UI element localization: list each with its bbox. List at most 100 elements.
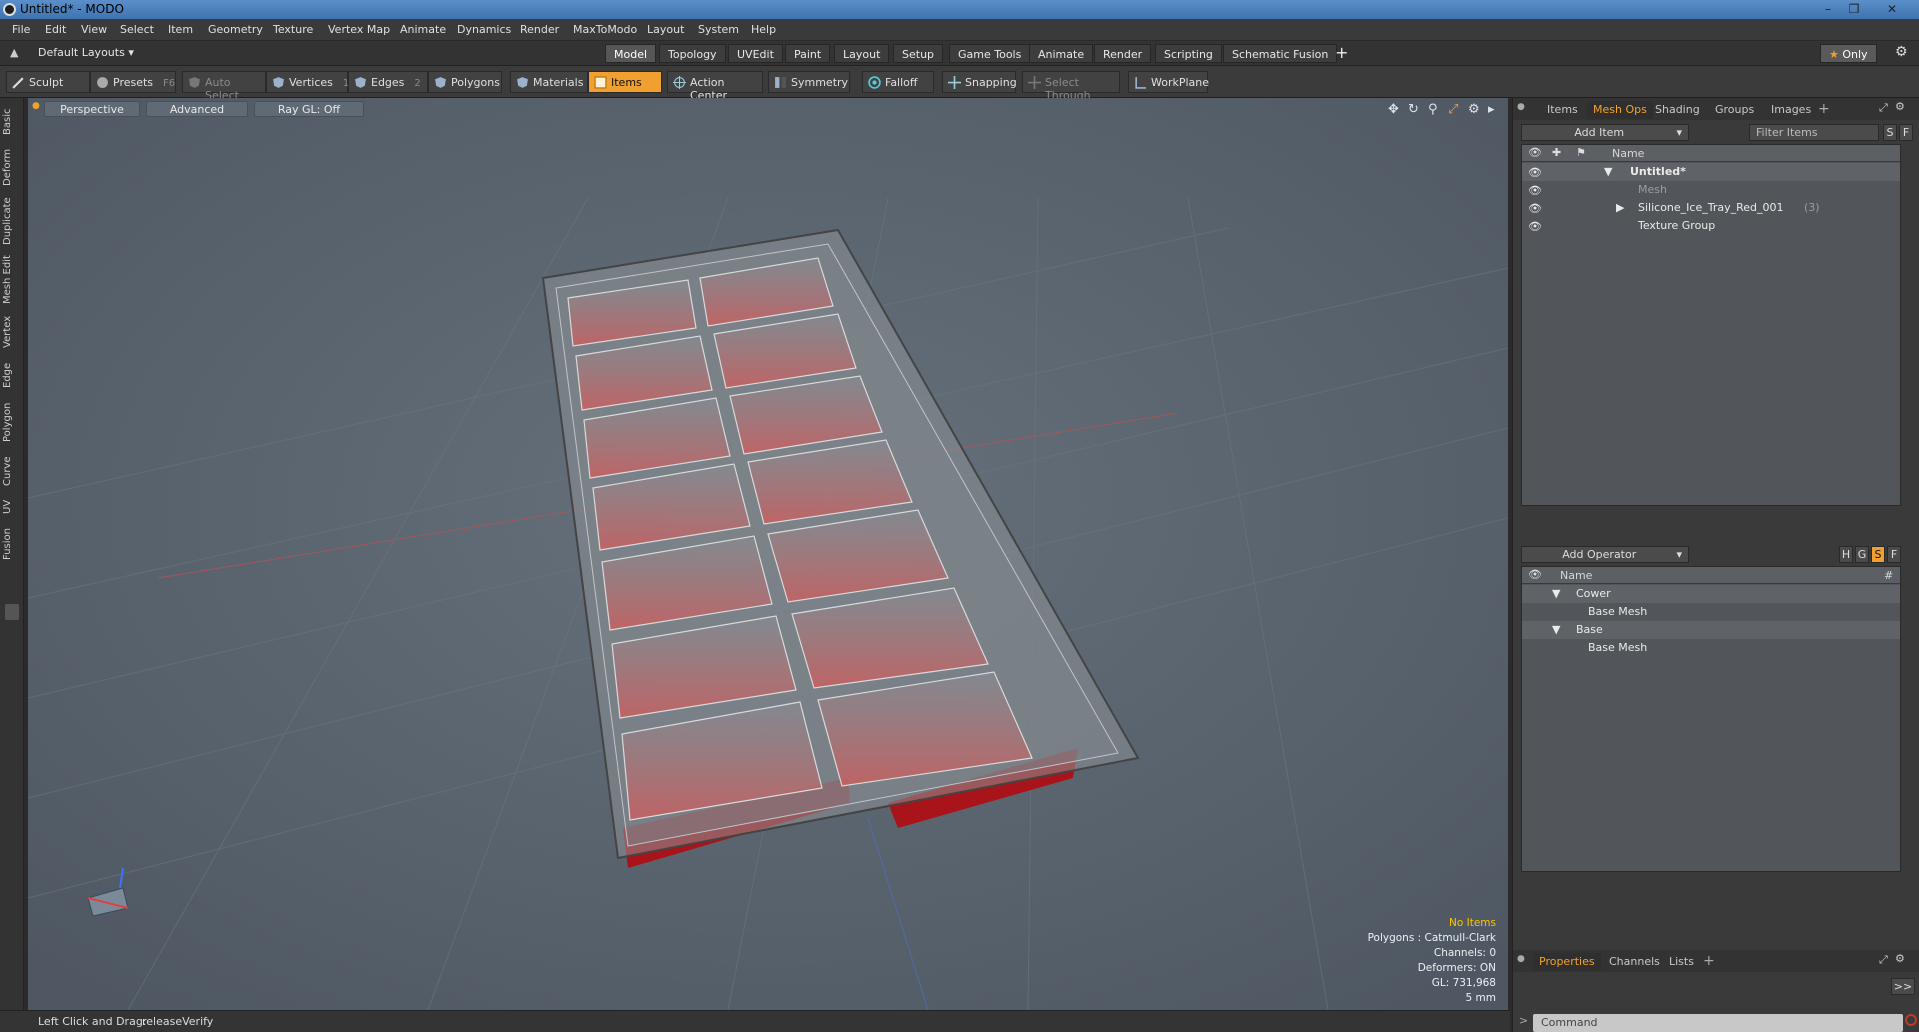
- menu-file[interactable]: File: [12, 23, 30, 36]
- tab-images[interactable]: Images: [1765, 101, 1817, 119]
- restore-button[interactable]: ❐: [1842, 1, 1866, 17]
- menu-item[interactable]: Item: [168, 23, 193, 36]
- viewport-expand-icon[interactable]: ▸: [1488, 102, 1495, 117]
- sculpt-button[interactable]: Sculpt: [6, 71, 90, 93]
- layout-selector[interactable]: Default Layouts ▾: [38, 46, 134, 59]
- viewport-settings-icon[interactable]: ⚙: [1468, 102, 1480, 117]
- collapsed-arrow-icon[interactable]: ▶: [1616, 201, 1624, 214]
- zoom-icon[interactable]: ⚲: [1428, 102, 1438, 117]
- tab-setup[interactable]: Setup: [893, 44, 944, 63]
- op-row-base[interactable]: ▼ Base: [1522, 621, 1900, 639]
- vtab-curve[interactable]: Curve: [2, 452, 22, 490]
- vertices-button[interactable]: Vertices 1: [266, 71, 349, 93]
- menu-system[interactable]: System: [698, 23, 739, 36]
- menu-render[interactable]: Render: [520, 23, 559, 36]
- tab-uvedit[interactable]: UVEdit: [728, 44, 783, 63]
- fit-icon[interactable]: ⤢: [1448, 102, 1458, 117]
- toggle-h-button[interactable]: H: [1839, 546, 1853, 563]
- tree-row-mesh[interactable]: 👁 Mesh: [1522, 181, 1900, 199]
- expand-arrow-icon[interactable]: ▼: [1552, 623, 1560, 636]
- toggle-s-button[interactable]: S: [1871, 546, 1885, 563]
- eye-icon[interactable]: 👁: [1528, 220, 1542, 233]
- vtab-polygon[interactable]: Polygon: [2, 398, 22, 446]
- menu-edit[interactable]: Edit: [45, 23, 66, 36]
- tab-model[interactable]: Model: [605, 44, 657, 63]
- eye-icon[interactable]: 👁: [1528, 166, 1542, 179]
- tree-row-texture-group[interactable]: 👁 Texture Group: [1522, 217, 1900, 235]
- menu-dynamics[interactable]: Dynamics: [457, 23, 511, 36]
- viewport-menu-icon[interactable]: ●: [32, 101, 40, 111]
- add-panel-tab-icon[interactable]: +: [1818, 101, 1830, 117]
- tab-game-tools[interactable]: Game Tools: [949, 44, 1031, 63]
- command-input[interactable]: Command: [1533, 1014, 1903, 1032]
- filter-items-input[interactable]: Filter Items: [1749, 124, 1879, 141]
- menu-help[interactable]: Help: [751, 23, 776, 36]
- menu-geometry[interactable]: Geometry: [208, 23, 263, 36]
- filter-s-button[interactable]: S: [1883, 124, 1897, 141]
- vtab-basic[interactable]: Basic: [2, 104, 22, 140]
- tab-properties[interactable]: Properties: [1533, 953, 1601, 971]
- panel-menu-icon[interactable]: ●: [1517, 954, 1525, 964]
- tab-paint[interactable]: Paint: [785, 44, 831, 63]
- select-through-button[interactable]: Select Through: [1022, 71, 1120, 102]
- eye-icon[interactable]: 👁: [1528, 184, 1542, 197]
- auto-select-button[interactable]: Auto Select: [182, 71, 266, 102]
- toggle-f-button[interactable]: F: [1887, 546, 1901, 563]
- gear-icon[interactable]: ⚙: [1895, 44, 1908, 60]
- tree-row-scene[interactable]: 👁 ▼ Untitled*: [1522, 163, 1900, 181]
- op-row-cower[interactable]: ▼ Cower: [1522, 585, 1900, 603]
- tab-lists[interactable]: Lists: [1663, 953, 1700, 971]
- menu-vertex-map[interactable]: Vertex Map: [328, 23, 390, 36]
- vtab-edge[interactable]: Edge: [2, 358, 22, 392]
- add-operator-button[interactable]: Add Operator ▾: [1521, 546, 1689, 563]
- maximize-panel-icon[interactable]: ⤢: [1879, 101, 1888, 115]
- tab-schematic-fusion[interactable]: Schematic Fusion: [1223, 44, 1338, 63]
- add-tab-icon[interactable]: +: [1335, 43, 1348, 62]
- view-mode-button[interactable]: Perspective: [44, 101, 140, 117]
- vtab-mesh-edit[interactable]: Mesh Edit: [2, 254, 22, 306]
- op-row-base-mesh-1[interactable]: Base Mesh: [1522, 603, 1900, 621]
- vtab-fusion[interactable]: Fusion: [2, 524, 22, 564]
- add-item-button[interactable]: Add Item ▾: [1521, 124, 1689, 141]
- materials-button[interactable]: Materials: [510, 71, 588, 93]
- vtab-uv[interactable]: UV: [2, 496, 22, 518]
- maximize-panel-icon[interactable]: ⤢: [1879, 953, 1888, 967]
- minimize-button[interactable]: –: [1816, 1, 1840, 17]
- collapse-icon[interactable]: ▲: [10, 46, 18, 59]
- tab-animate[interactable]: Animate: [1029, 44, 1094, 63]
- menu-maxtomodo[interactable]: MaxToModo: [573, 23, 637, 36]
- tab-shading[interactable]: Shading: [1649, 101, 1706, 119]
- menu-view[interactable]: View: [81, 23, 107, 36]
- filter-f-button[interactable]: F: [1899, 124, 1913, 141]
- action-center-button[interactable]: Action Center: [667, 71, 763, 102]
- panel-menu-icon[interactable]: ●: [1517, 102, 1525, 112]
- items-button[interactable]: Items: [588, 71, 662, 93]
- menu-texture[interactable]: Texture: [273, 23, 313, 36]
- record-icon[interactable]: [1905, 1014, 1917, 1026]
- tab-channels[interactable]: Channels: [1603, 953, 1666, 971]
- panel-settings-icon[interactable]: ⚙: [1895, 100, 1905, 113]
- only-button[interactable]: ★ Only: [1820, 44, 1877, 63]
- expand-arrow-icon[interactable]: ▼: [1552, 587, 1560, 600]
- eye-icon[interactable]: 👁: [1528, 202, 1542, 215]
- tree-row-silicone-tray[interactable]: 👁 ▶ Silicone_Ice_Tray_Red_001 (3): [1522, 199, 1900, 217]
- falloff-button[interactable]: Falloff: [862, 71, 934, 93]
- tab-scripting[interactable]: Scripting: [1155, 44, 1222, 63]
- edges-button[interactable]: Edges 2: [348, 71, 428, 93]
- presets-button[interactable]: Presets F6: [90, 71, 176, 93]
- add-panel-tab-icon[interactable]: +: [1703, 953, 1715, 969]
- polygons-button[interactable]: Polygons: [428, 71, 502, 93]
- name-column-header[interactable]: Name: [1612, 147, 1644, 160]
- menu-layout[interactable]: Layout: [647, 23, 684, 36]
- vtab-duplicate[interactable]: Duplicate: [2, 194, 22, 248]
- tab-render[interactable]: Render: [1094, 44, 1152, 63]
- menu-animate[interactable]: Animate: [400, 23, 446, 36]
- tab-topology[interactable]: Topology: [659, 44, 726, 63]
- vtab-deform[interactable]: Deform: [2, 146, 22, 188]
- tab-items[interactable]: Items: [1541, 101, 1584, 119]
- menu-select[interactable]: Select: [120, 23, 154, 36]
- close-button[interactable]: ✕: [1880, 1, 1904, 17]
- expand-arrow-icon[interactable]: ▼: [1604, 165, 1612, 178]
- panel-settings-icon[interactable]: ⚙: [1895, 952, 1905, 965]
- rotate-icon[interactable]: ↻: [1408, 102, 1419, 117]
